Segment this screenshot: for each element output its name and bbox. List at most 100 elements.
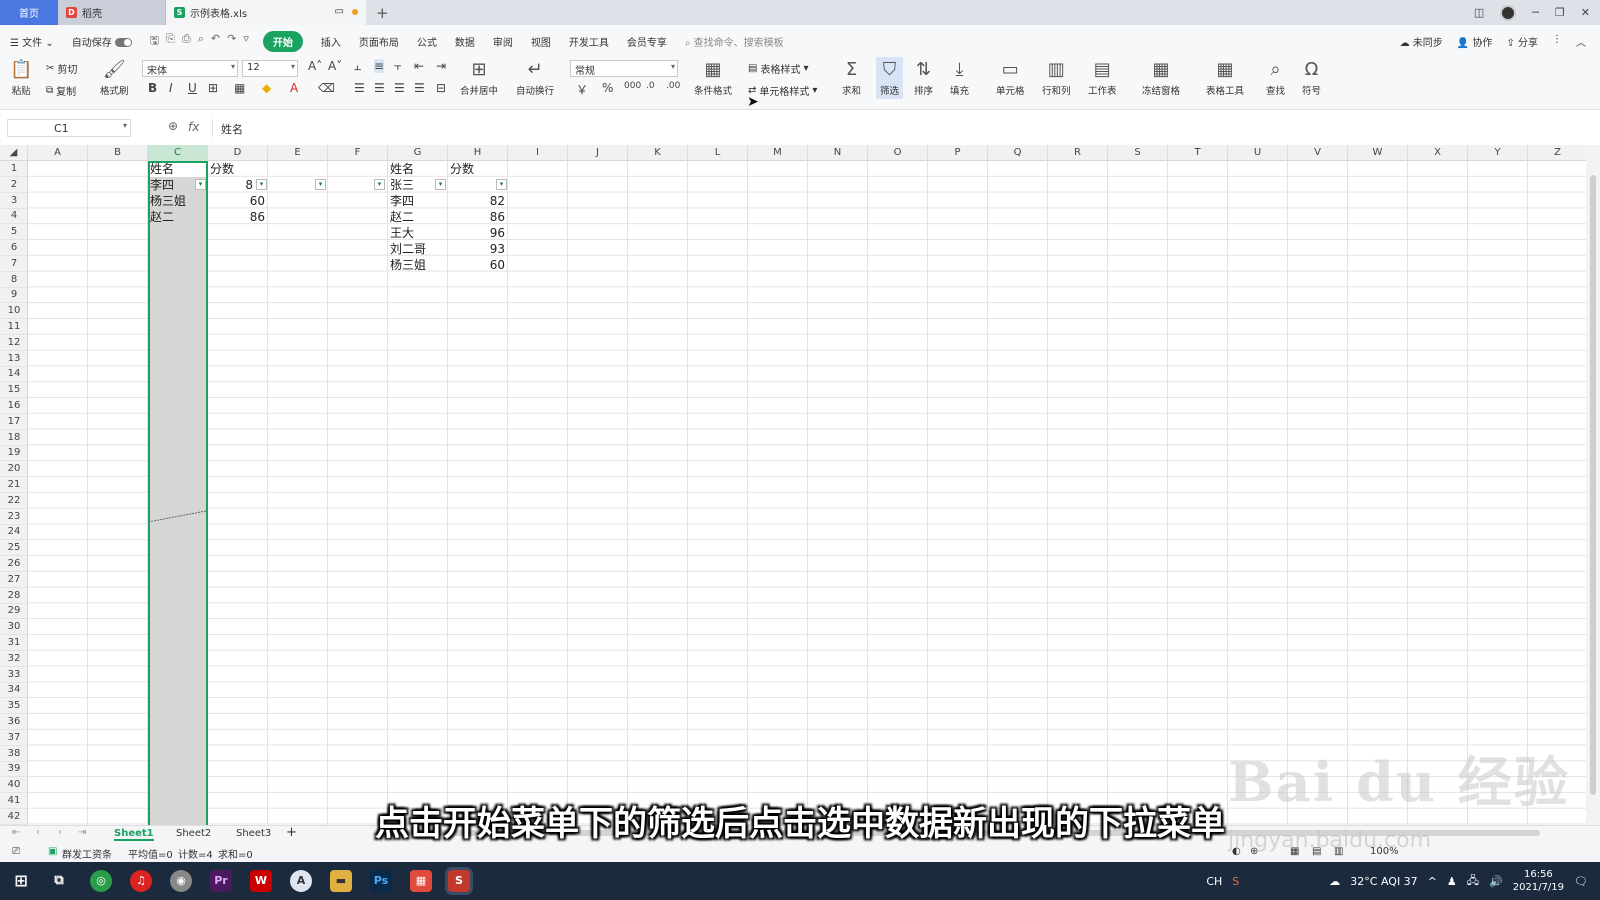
select-all-corner[interactable]: ◢ — [0, 145, 28, 161]
row-header-25[interactable]: 25 — [0, 540, 28, 557]
sync-button[interactable]: ☁ 未同步 — [1400, 34, 1443, 49]
fill-button[interactable]: ⤓ 填充 — [950, 59, 969, 97]
column-header-u[interactable]: U — [1228, 145, 1288, 161]
freeze-panes-button[interactable]: ▦ 冻结窗格 — [1142, 59, 1180, 97]
wps-icon[interactable]: W — [250, 870, 272, 892]
export-icon[interactable]: ⎘ — [166, 32, 175, 51]
spreadsheet-grid[interactable]: ◢ A B C D E F G H I J K L M N O P Q R S T U V W X Y Z 1 2 3 4 5 6 7 8 9 10 1… — [0, 145, 1586, 825]
row-header-12[interactable]: 12 — [0, 335, 28, 351]
percent-icon[interactable]: % — [602, 81, 613, 95]
t2-row5-name[interactable]: 刘二哥 — [390, 241, 448, 257]
column-header-q[interactable]: Q — [988, 145, 1048, 161]
column-header-m[interactable]: M — [748, 145, 808, 161]
fx-icon[interactable]: fx — [188, 120, 199, 134]
row-header-7[interactable]: 7 — [0, 256, 28, 272]
currency-icon[interactable]: ￥ — [576, 81, 588, 98]
table-tools-button[interactable]: ▦ 表格工具 — [1206, 59, 1244, 97]
column-header-v[interactable]: V — [1288, 145, 1348, 161]
row-header-1[interactable]: 1 — [0, 161, 28, 177]
align-right-icon[interactable]: ☰ — [394, 81, 405, 95]
restore-icon[interactable]: ❐ — [1555, 6, 1565, 19]
increase-decimal-icon[interactable]: .0 — [646, 81, 655, 91]
task-view-icon[interactable]: ⧉ — [48, 870, 70, 892]
premiere-icon[interactable]: Pr — [210, 870, 232, 892]
qq-icon[interactable]: ♟ — [1447, 875, 1457, 888]
eraser-icon[interactable]: ⌫ — [318, 81, 335, 95]
tray-expand-icon[interactable]: ^ — [1428, 875, 1437, 888]
row-header-35[interactable]: 35 — [0, 698, 28, 715]
decrease-decimal-icon[interactable]: .00 — [666, 81, 680, 91]
filter-dropdown-d2[interactable]: ▾ — [256, 179, 267, 190]
filter-dropdown-c2[interactable]: ▾ — [195, 179, 206, 190]
collapse-ribbon-icon[interactable]: ︿ — [1576, 34, 1586, 49]
cell-button[interactable]: ▭ 单元格 — [996, 59, 1025, 97]
row-header-27[interactable]: 27 — [0, 572, 28, 588]
row-header-22[interactable]: 22 — [0, 493, 28, 509]
autosave-toggle[interactable]: 自动保存 — [72, 34, 132, 49]
clock[interactable]: 16:56 2021/7/19 — [1513, 868, 1564, 894]
status-monitor-icon[interactable]: ⎚ — [12, 846, 20, 857]
menu-developer[interactable]: 开发工具 — [569, 34, 609, 49]
input-lang[interactable]: CH — [1206, 875, 1222, 888]
chrome-icon[interactable]: ◎ — [90, 870, 112, 892]
row-header-20[interactable]: 20 — [0, 461, 28, 478]
column-header-h[interactable]: H — [448, 145, 508, 161]
ime-icon[interactable]: S — [1232, 875, 1239, 888]
row-header-28[interactable]: 28 — [0, 588, 28, 604]
column-header-p[interactable]: P — [928, 145, 988, 161]
t1-header-name[interactable]: 姓名 — [150, 161, 208, 177]
row-header-21[interactable]: 21 — [0, 477, 28, 493]
filter-dropdown-h2[interactable]: ▾ — [496, 179, 507, 190]
row-header-39[interactable]: 39 — [0, 761, 28, 778]
preview-icon[interactable]: ⌕ — [198, 32, 204, 51]
row-header-17[interactable]: 17 — [0, 414, 28, 430]
t2-row4-score[interactable]: 96 — [450, 225, 508, 241]
t2-row3-score[interactable]: 86 — [450, 209, 508, 225]
row-header-38[interactable]: 38 — [0, 746, 28, 762]
conditional-format-button[interactable]: ▦ 条件格式 — [694, 59, 732, 97]
justify-icon[interactable]: ☰ — [414, 81, 425, 95]
row-header-26[interactable]: 26 — [0, 556, 28, 572]
decrease-font-icon[interactable]: A˅ — [328, 59, 342, 73]
t2-row2-name[interactable]: 李四 — [390, 193, 448, 209]
weather-text[interactable]: 32°C AQI 37 — [1350, 875, 1417, 888]
more-icon[interactable]: ▿ — [243, 32, 249, 51]
selected-column-c[interactable] — [148, 161, 208, 825]
row-header-18[interactable]: 18 — [0, 430, 28, 446]
file-explorer-icon[interactable]: ▬ — [330, 870, 352, 892]
column-header-o[interactable]: O — [868, 145, 928, 161]
thousands-icon[interactable]: 000 — [624, 81, 641, 91]
row-header-11[interactable]: 11 — [0, 319, 28, 335]
align-center-icon[interactable]: ☰ — [374, 81, 385, 95]
formula-input[interactable]: 姓名 — [212, 119, 1597, 137]
row-header-40[interactable]: 40 — [0, 777, 28, 794]
symbol-button[interactable]: Ω 符号 — [1302, 59, 1321, 97]
browser-icon[interactable]: ◉ — [170, 870, 192, 892]
filter-dropdown-f2[interactable]: ▾ — [374, 179, 385, 190]
column-header-x[interactable]: X — [1408, 145, 1468, 161]
collab-button[interactable]: 👤 协作 — [1457, 34, 1493, 49]
sum-button[interactable]: Σ 求和 — [842, 59, 861, 97]
monitor-icon[interactable]: ▭ — [335, 6, 344, 17]
tab-docer[interactable]: D 稻壳 — [58, 0, 166, 25]
column-header-y[interactable]: Y — [1468, 145, 1528, 161]
t1-row1-score[interactable]: 8 — [210, 177, 256, 193]
column-header-e[interactable]: E — [268, 145, 328, 161]
menu-view[interactable]: 视图 — [531, 34, 551, 49]
volume-icon[interactable]: 🔊 — [1489, 875, 1503, 888]
align-top-icon[interactable]: ⫠ — [354, 59, 361, 74]
column-header-a[interactable]: A — [28, 145, 88, 161]
row-header-8[interactable]: 8 — [0, 272, 28, 288]
row-header-31[interactable]: 31 — [0, 635, 28, 651]
wps-sheet-active-icon[interactable]: S — [448, 870, 470, 892]
t1-row1-name[interactable]: 李四 — [150, 177, 196, 193]
column-header-n[interactable]: N — [808, 145, 868, 161]
row-header-5[interactable]: 5 — [0, 224, 28, 241]
t2-row3-name[interactable]: 赵二 — [390, 209, 448, 225]
menu-member[interactable]: 会员专享 — [627, 34, 667, 49]
merge-center-button[interactable]: ⊞ 合并居中 — [460, 59, 498, 97]
find-button[interactable]: ⌕ 查找 — [1266, 59, 1285, 97]
underline-icon[interactable]: U — [188, 81, 197, 95]
row-header-2[interactable]: 2 — [0, 177, 28, 193]
column-header-l[interactable]: L — [688, 145, 748, 161]
